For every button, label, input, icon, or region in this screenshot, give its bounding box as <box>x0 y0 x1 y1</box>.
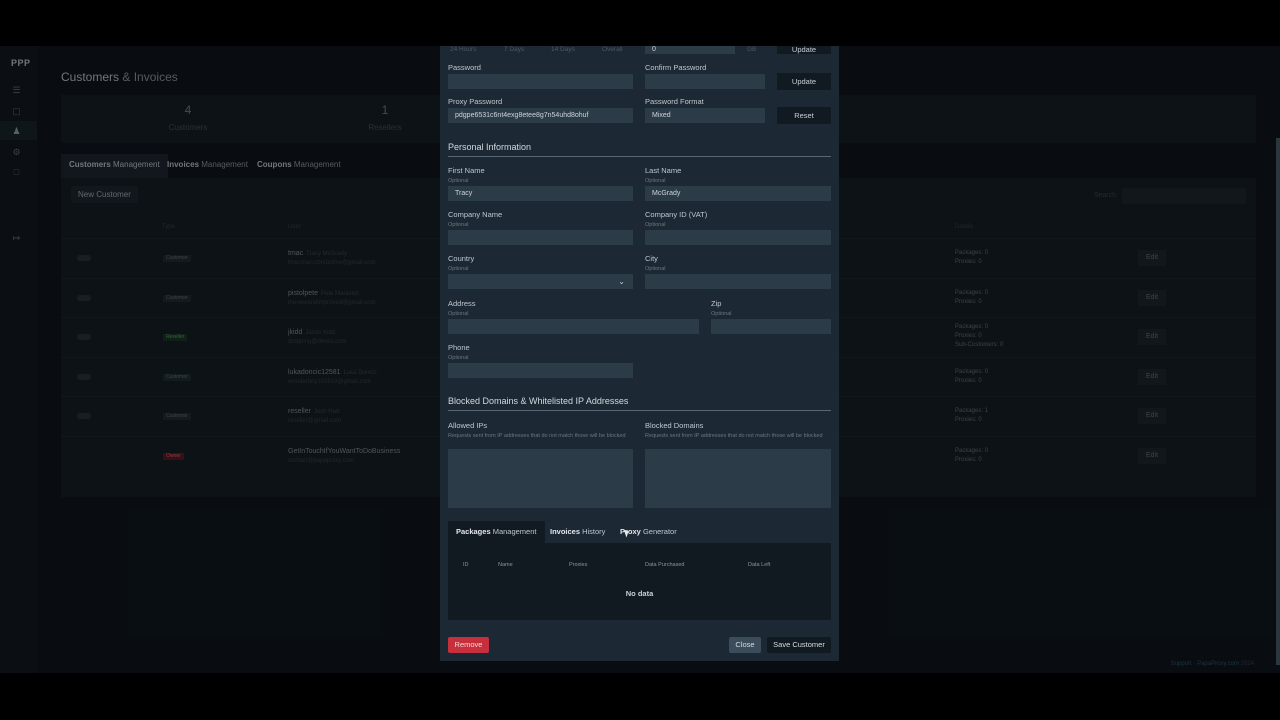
phone-input[interactable] <box>448 363 633 378</box>
blocked-domains-textarea[interactable] <box>645 449 831 508</box>
range-7-days[interactable]: 7 Days <box>504 46 524 53</box>
reset-button[interactable]: Reset <box>777 107 831 124</box>
save-customer-button[interactable]: Save Customer <box>767 637 831 653</box>
blocked-domains-title: Blocked Domains & Whitelisted IP Address… <box>448 396 629 406</box>
column-header-data-left: Data Left <box>748 562 771 568</box>
last-name-label: Last Name <box>645 166 682 175</box>
range-overall[interactable]: Overall <box>602 46 623 53</box>
last-name-input[interactable]: McGrady <box>645 186 831 201</box>
chevron-down-icon: ⌄ <box>618 277 625 286</box>
confirm-password-label: Confirm Password <box>645 63 707 72</box>
company-name-input[interactable] <box>448 230 633 245</box>
optional-hint: Optional <box>645 266 666 272</box>
first-name-input[interactable]: Tracy <box>448 186 633 201</box>
company-id-label: Company ID (VAT) <box>645 210 708 219</box>
company-id-input[interactable] <box>645 230 831 245</box>
confirm-password-input[interactable] <box>645 74 765 89</box>
optional-hint: Optional <box>711 311 732 317</box>
allowed-ips-textarea[interactable] <box>448 449 633 508</box>
tab-label-bold: Packages <box>456 527 491 536</box>
edit-customer-modal: 24 Hours 7 Days 14 Days Overall 0 GB Upd… <box>440 46 839 661</box>
update-data-button[interactable]: Update <box>777 46 831 54</box>
optional-hint: Optional <box>645 222 666 228</box>
remove-button[interactable]: Remove <box>448 637 489 653</box>
tab-label: History <box>580 527 606 536</box>
password-input[interactable] <box>448 74 633 89</box>
password-format-select[interactable]: Mixed <box>645 108 765 123</box>
package-tabs: Packages Management Invoices History Pro… <box>448 521 831 543</box>
city-input[interactable] <box>645 274 831 289</box>
allowed-ips-description: Requests sent from IP addresses that do … <box>448 433 626 439</box>
tab-label: Management <box>490 527 537 536</box>
company-name-label: Company Name <box>448 210 503 219</box>
country-label: Country <box>448 254 475 263</box>
password-format-label: Password Format <box>645 97 704 106</box>
optional-hint: Optional <box>448 222 469 228</box>
close-button[interactable]: Close <box>729 637 761 653</box>
optional-hint: Optional <box>448 178 469 184</box>
zip-label: Zip <box>711 299 722 308</box>
country-select[interactable]: ⌄ <box>448 274 633 289</box>
proxy-password-label: Proxy Password <box>448 97 503 106</box>
tab-label-bold: Proxy <box>620 527 641 536</box>
page-scrollbar[interactable] <box>1276 138 1280 665</box>
city-label: City <box>645 254 658 263</box>
range-24-hours[interactable]: 24 Hours <box>450 46 476 53</box>
range-14-days[interactable]: 14 Days <box>551 46 575 53</box>
column-header-proxies: Proxies <box>569 562 588 568</box>
optional-hint: Optional <box>645 178 666 184</box>
phone-label: Phone <box>448 343 470 352</box>
personal-information-title: Personal Information <box>448 142 532 152</box>
empty-state: No data <box>625 589 654 598</box>
data-unit: GB <box>747 46 757 53</box>
address-label: Address <box>448 299 476 308</box>
allowed-ips-label: Allowed IPs <box>448 421 488 430</box>
first-name-label: First Name <box>448 166 485 175</box>
optional-hint: Optional <box>448 355 469 361</box>
section-divider <box>448 410 831 411</box>
column-header-id: ID <box>463 562 469 568</box>
tab-label: Generator <box>640 527 677 536</box>
optional-hint: Optional <box>448 311 469 317</box>
optional-hint: Optional <box>448 266 469 272</box>
packages-table: ID Name Proxies Data Purchased Data Left… <box>448 543 831 620</box>
section-divider <box>448 156 831 157</box>
blocked-domains-description: Requests sent from IP addresses that do … <box>645 433 823 439</box>
column-header-data-purchased: Data Purchased <box>645 562 685 568</box>
tab-proxy-generator[interactable]: Proxy Generator <box>612 521 685 543</box>
update-password-button[interactable]: Update <box>777 73 831 90</box>
column-header-name: Name <box>498 562 513 568</box>
zip-input[interactable] <box>711 319 831 334</box>
address-input[interactable] <box>448 319 699 334</box>
data-amount-input[interactable]: 0 <box>645 46 735 54</box>
app-window: PPP ☰ ▢ ♟ ⚙ □ ↦ Customers & Invoices 4 C… <box>0 46 1280 673</box>
blocked-domains-label: Blocked Domains <box>645 421 704 430</box>
tab-label-bold: Invoices <box>550 527 581 536</box>
password-label: Password <box>448 63 481 72</box>
proxy-password-input[interactable]: pdgpe6531c6nt4exg8etee8g7n54uhd8ohuf <box>448 108 633 123</box>
tab-packages-management[interactable]: Packages Management <box>448 521 545 543</box>
tab-invoices-history[interactable]: Invoices History <box>542 521 613 543</box>
